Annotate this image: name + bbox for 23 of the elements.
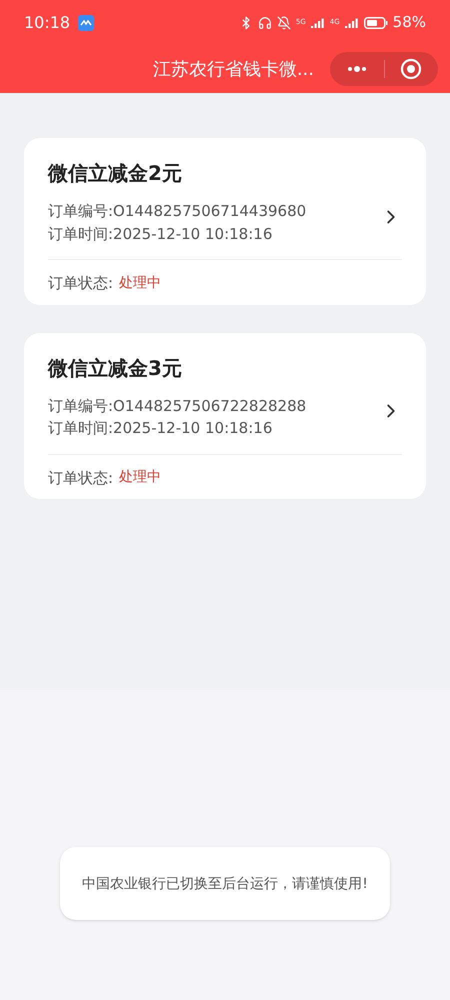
- order-card[interactable]: 微信立减金3元 订单编号:O1448257506722828288 订单时间:2025-12-10 10:18:16 订单状态: 处理中: [24, 332, 426, 499]
- more-icon: [346, 66, 367, 72]
- battery-percent: 58%: [392, 12, 426, 34]
- order-status: 处理中: [119, 468, 162, 488]
- bell-off-icon: [276, 16, 291, 30]
- status-label: 订单状态:: [48, 468, 114, 488]
- toast-message: 中国农业银行已切换至后台运行，请谨慎使用!: [81, 874, 369, 894]
- order-title: 微信立减金3元: [48, 354, 183, 382]
- status-time: 10:18: [24, 12, 70, 34]
- order-title: 微信立减金2元: [48, 160, 183, 187]
- signal-icon: [310, 18, 325, 28]
- target-icon: [400, 58, 422, 80]
- battery-icon: [364, 16, 388, 28]
- signal-icon: [344, 18, 359, 28]
- order-time: 订单时间:2025-12-10 10:18:16: [48, 224, 274, 244]
- order-number: 订单编号:O1448257506722828288: [48, 396, 306, 416]
- order-number: 订单编号:O1448257506714439680: [48, 201, 306, 222]
- app-notification-icon: [78, 14, 94, 30]
- status-label: 订单状态:: [48, 273, 114, 294]
- page-title: 江苏农行省钱卡微...: [152, 58, 314, 82]
- order-status: 处理中: [119, 274, 162, 293]
- order-time: 订单时间:2025-12-10 10:18:16: [48, 418, 274, 439]
- order-card[interactable]: 微信立减金2元 订单编号:O1448257506714439680 订单时间:2025-12-10 10:18:16 订单状态: 处理中: [24, 138, 426, 304]
